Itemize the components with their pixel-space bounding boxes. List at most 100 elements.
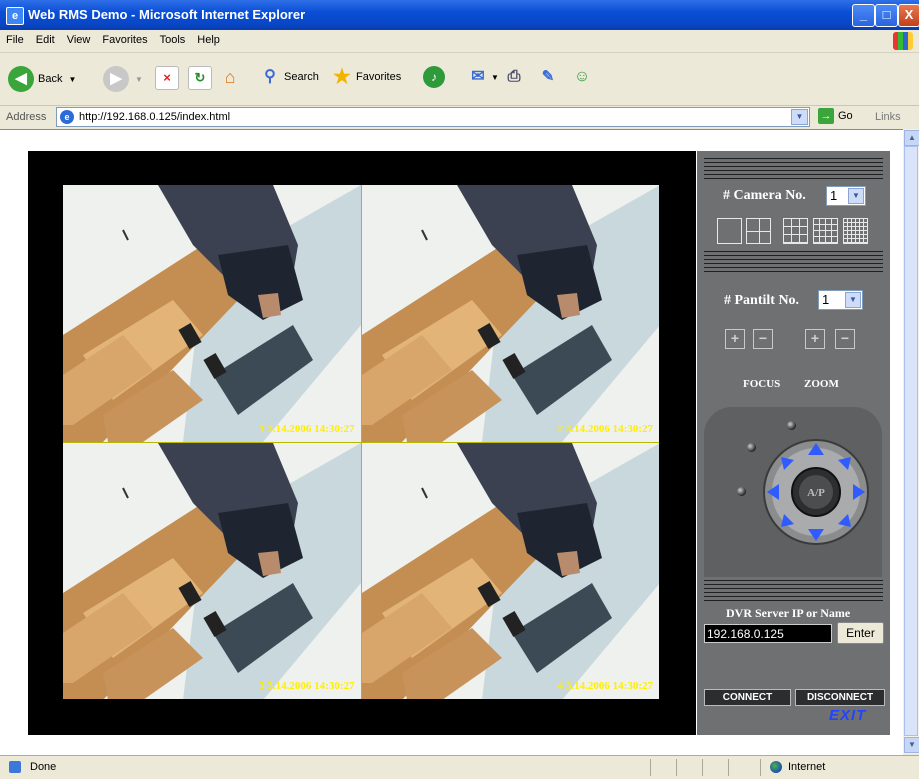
layout-2x2-button[interactable]	[746, 218, 771, 244]
camera-no-label: # Camera No.	[723, 188, 806, 203]
vertical-scrollbar[interactable]: ▲ ▼	[903, 129, 919, 754]
forward-arrow-icon: ▶	[103, 66, 129, 92]
favorites-button[interactable]: ★ Favorites	[331, 66, 401, 88]
scroll-up-icon[interactable]: ▲	[904, 130, 919, 146]
messenger-button[interactable]: ☺	[571, 66, 593, 88]
exit-button[interactable]: EXIT	[829, 707, 866, 724]
camera-no-dropdown-icon[interactable]: ▼	[848, 188, 864, 204]
camera-no-value: 1	[830, 188, 838, 203]
camera-view-3[interactable]: 3 3.14.2006 14:30:27	[63, 442, 361, 699]
address-url[interactable]: http://192.168.0.125/index.html	[79, 111, 230, 123]
links-button[interactable]: Links	[875, 111, 901, 123]
pantilt-no-value: 1	[822, 292, 830, 307]
control-panel: # Camera No. 1 ▼ # Pantilt No. 1 ▼ + − +…	[697, 151, 890, 735]
go-button[interactable]: → Go	[818, 108, 853, 124]
star-icon: ★	[333, 66, 351, 88]
zoom-label: ZOOM	[804, 378, 839, 390]
camera-timestamp: 3 3.14.2006 14:30:27	[259, 680, 355, 692]
status-divider	[760, 759, 761, 776]
close-button[interactable]: X	[898, 4, 919, 27]
home-icon: ⌂	[224, 67, 236, 87]
search-button[interactable]: ⚲ Search	[259, 66, 319, 88]
pantilt-no-dropdown-icon[interactable]: ▼	[845, 292, 861, 308]
camera-view-2[interactable]: 2 3.14.2006 14:30:27	[361, 185, 659, 442]
zone-label: Internet	[788, 761, 826, 773]
layout-6x6-button[interactable]	[843, 218, 868, 244]
camera-timestamp: 4 3.14.2006 14:30:27	[557, 680, 653, 692]
forward-dropdown-icon[interactable]: ▼	[135, 75, 143, 84]
scroll-thumb[interactable]	[904, 146, 918, 736]
enter-button[interactable]: Enter	[837, 622, 884, 644]
camera-grid: 1 3.14.2006 14:30:27 2 3.14.2006 14:30:2…	[63, 185, 659, 699]
edit-button[interactable]: ✎	[537, 66, 559, 88]
home-button[interactable]: ⌂	[219, 66, 241, 88]
page-content: 1 3.14.2006 14:30:27 2 3.14.2006 14:30:2…	[0, 129, 903, 755]
focus-near-button[interactable]: +	[725, 329, 745, 349]
mail-button[interactable]: ✉ ▼	[467, 66, 499, 88]
layout-4x4-button[interactable]	[813, 218, 838, 244]
status-led-icon	[747, 443, 756, 452]
status-divider	[728, 759, 729, 776]
zoom-in-button[interactable]: +	[805, 329, 825, 349]
print-icon: ⎙	[507, 68, 521, 85]
layout-1x1-button[interactable]	[717, 218, 742, 244]
go-arrow-icon: →	[818, 108, 834, 124]
ptz-center-label[interactable]: A/P	[807, 487, 825, 499]
status-divider	[650, 759, 651, 776]
camera-no-select[interactable]: 1 ▼	[826, 186, 866, 206]
address-dropdown-icon[interactable]: ▼	[791, 109, 808, 125]
disconnect-button[interactable]: DISCONNECT	[795, 689, 885, 706]
address-label: Address	[6, 111, 47, 123]
print-button[interactable]: ⎙	[503, 66, 525, 88]
layout-3x3-button[interactable]	[783, 218, 808, 244]
messenger-icon: ☺	[573, 68, 591, 85]
window-titlebar[interactable]: e Web RMS Demo - Microsoft Internet Expl…	[0, 0, 919, 30]
camera-feed-image	[361, 185, 659, 442]
status-led-icon	[787, 421, 796, 430]
pantilt-no-label: # Pantilt No.	[724, 293, 800, 308]
menu-edit[interactable]: Edit	[30, 30, 61, 46]
edit-icon: ✎	[541, 68, 555, 85]
menu-file[interactable]: File	[0, 30, 30, 46]
minimize-button[interactable]: _	[852, 4, 875, 27]
media-icon: ♪	[423, 66, 445, 88]
menu-tools[interactable]: Tools	[154, 30, 192, 46]
focus-far-button[interactable]: −	[753, 329, 773, 349]
connect-button[interactable]: CONNECT	[704, 689, 791, 706]
menu-help[interactable]: Help	[191, 30, 226, 46]
scroll-down-icon[interactable]: ▼	[904, 737, 919, 753]
maximize-button[interactable]: □	[875, 4, 898, 27]
camera-feed-image	[63, 442, 361, 699]
server-ip-input[interactable]: 192.168.0.125	[704, 624, 832, 643]
menu-view[interactable]: View	[61, 30, 97, 46]
ptz-joystick[interactable]: A/P	[761, 437, 871, 547]
refresh-icon: ↻	[188, 66, 212, 90]
window-title: Web RMS Demo - Microsoft Internet Explor…	[28, 7, 306, 22]
status-bar: Done Internet	[0, 755, 919, 779]
internet-zone-icon	[770, 761, 782, 773]
pantilt-no-select[interactable]: 1 ▼	[818, 290, 863, 310]
favorites-label: Favorites	[356, 71, 402, 83]
zoom-out-button[interactable]: −	[835, 329, 855, 349]
ptz-control-pad: A/P	[704, 407, 882, 577]
media-button[interactable]: ♪	[423, 66, 445, 88]
forward-button[interactable]: ▶ ▼	[103, 66, 143, 92]
stop-button[interactable]: ×	[155, 66, 179, 90]
menu-favorites[interactable]: Favorites	[96, 30, 153, 46]
back-dropdown-icon[interactable]: ▼	[68, 75, 76, 84]
camera-feed-image	[361, 442, 659, 699]
page-icon: e	[60, 110, 74, 124]
video-viewer: 1 3.14.2006 14:30:27 2 3.14.2006 14:30:2…	[28, 151, 696, 735]
refresh-button[interactable]: ↻	[188, 66, 212, 90]
mail-dropdown-icon[interactable]: ▼	[491, 73, 499, 82]
back-button[interactable]: ◀ Back ▼	[8, 66, 76, 92]
panel-divider	[704, 251, 883, 273]
address-input[interactable]: e http://192.168.0.125/index.html ▼	[56, 107, 810, 127]
camera-view-4[interactable]: 4 3.14.2006 14:30:27	[361, 442, 659, 699]
status-divider	[676, 759, 677, 776]
camera-view-1[interactable]: 1 3.14.2006 14:30:27	[63, 185, 361, 442]
camera-timestamp: 2 3.14.2006 14:30:27	[557, 422, 653, 435]
menu-bar: File Edit View Favorites Tools Help	[0, 30, 919, 53]
focus-label: FOCUS	[743, 378, 781, 390]
address-bar: Address e http://192.168.0.125/index.htm…	[0, 106, 919, 128]
